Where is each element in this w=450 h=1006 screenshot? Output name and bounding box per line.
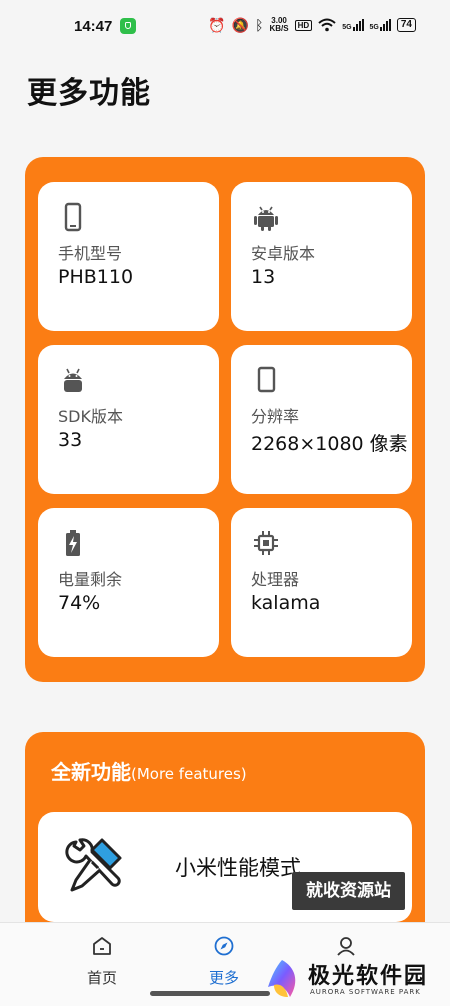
wifi-icon: [318, 18, 336, 32]
android-icon: [254, 206, 278, 231]
info-label: 分辨率: [251, 407, 300, 426]
nav-tab-more[interactable]: 更多: [194, 935, 254, 988]
nav-tab-home[interactable]: 首页: [72, 935, 132, 988]
features-heading: 全新功能(More features): [51, 756, 247, 785]
info-value: 33: [58, 429, 83, 451]
feature-label: 小米性能模式: [175, 856, 301, 880]
signal-1-label: 5G: [342, 24, 352, 31]
status-icons: ⏰ 🔕 ᛒ 3.00 KB/S HD 5G 5G 74: [208, 16, 416, 34]
bluetooth-icon: ᛒ: [255, 17, 264, 33]
net-speed-unit: KB/S: [269, 24, 289, 33]
signal-bars-icon: [379, 19, 391, 31]
alarm-icon: ⏰: [208, 17, 226, 33]
mute-icon: 🔕: [231, 17, 250, 33]
battery-icon: 74: [396, 18, 416, 32]
logo-text-cn: 极光软件园: [308, 964, 429, 989]
screen-icon: [257, 366, 276, 393]
info-label: 处理器: [251, 570, 300, 589]
net-speed: 3.00 KB/S: [270, 17, 289, 33]
info-label: 手机型号: [58, 244, 123, 263]
signal-bars-icon: [352, 19, 364, 31]
logo-text-en: AURORA SOFTWARE PARK: [310, 988, 421, 996]
info-card-battery: 电量剩余 74%: [38, 508, 219, 657]
features-title: 全新功能: [51, 760, 131, 784]
signal-2: 5G: [370, 19, 391, 31]
android-head-icon: [64, 368, 82, 392]
info-label: 电量剩余: [58, 570, 123, 589]
info-card-phone-model: 手机型号 PHB110: [38, 182, 219, 331]
nav-label: 更多: [208, 969, 239, 987]
page-title: 更多功能: [27, 76, 151, 111]
info-card-resolution: 分辨率 2268×1080 像素: [231, 345, 412, 494]
device-info-panel: 手机型号 PHB110 安卓版本 13 SDK版本 33 分辨率 2268×10…: [25, 157, 425, 682]
signal-2-label: 5G: [369, 24, 379, 31]
logo-watermark: 极光软件园 AURORA SOFTWARE PARK: [258, 955, 448, 1005]
features-subtitle: (More features): [131, 765, 247, 783]
nav-label: 首页: [86, 969, 117, 987]
info-value: 2268×1080 像素: [251, 433, 408, 455]
status-bar: 14:47 ⏰ 🔕 ᛒ 3.00 KB/S HD 5G 5G 74: [0, 0, 450, 52]
info-card-processor: 处理器 kalama: [231, 508, 412, 657]
status-time: 14:47: [74, 18, 113, 35]
info-label: 安卓版本: [251, 244, 316, 263]
user-icon: [337, 937, 355, 956]
info-value: kalama: [251, 592, 321, 614]
info-label: SDK版本: [58, 407, 123, 426]
home-icon: [93, 937, 111, 955]
tools-icon: [65, 838, 122, 892]
compass-icon: [214, 936, 234, 956]
chip-icon: [254, 531, 278, 555]
shield-icon: [120, 18, 136, 34]
watermark-badge: 就收资源站: [292, 872, 405, 910]
info-value: PHB110: [58, 266, 134, 288]
info-value: 13: [251, 266, 276, 288]
info-value: 74%: [58, 592, 101, 614]
battery-charging-icon: [66, 530, 80, 556]
home-indicator[interactable]: [150, 991, 270, 996]
signal-1: 5G: [342, 19, 364, 31]
info-card-sdk-version: SDK版本 33: [38, 345, 219, 494]
info-card-android-version: 安卓版本 13: [231, 182, 412, 331]
phone-icon: [64, 202, 82, 232]
hd-badge: HD: [294, 19, 313, 31]
